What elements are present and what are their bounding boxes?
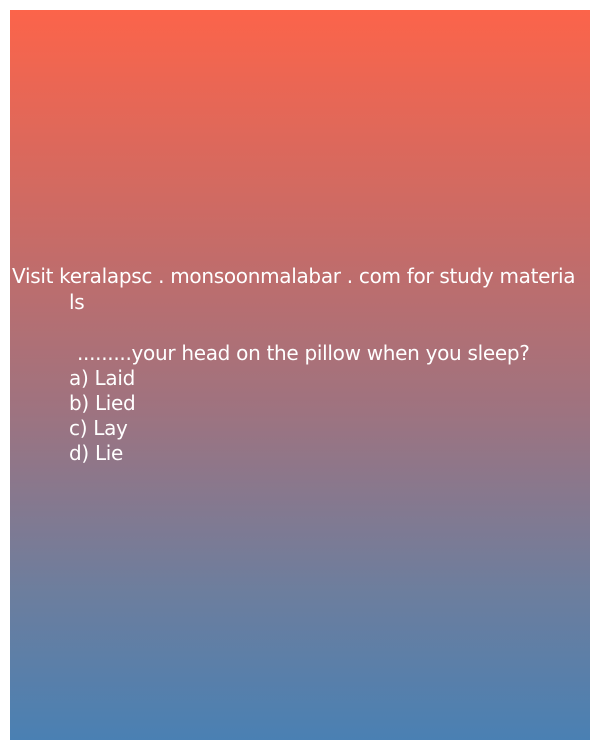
promo-text-line-2: ls [69, 290, 85, 314]
option-d: d) Lie [69, 441, 124, 465]
option-a: a) Laid [69, 366, 135, 390]
question-text: .........your head on the pillow when yo… [77, 341, 530, 365]
option-b: b) Lied [69, 391, 136, 415]
promo-text-line-1: Visit keralapsc . monsoonmalabar . com f… [12, 264, 576, 288]
option-c: c) Lay [69, 416, 128, 440]
question-card: Visit keralapsc . monsoonmalabar . com f… [10, 10, 590, 740]
